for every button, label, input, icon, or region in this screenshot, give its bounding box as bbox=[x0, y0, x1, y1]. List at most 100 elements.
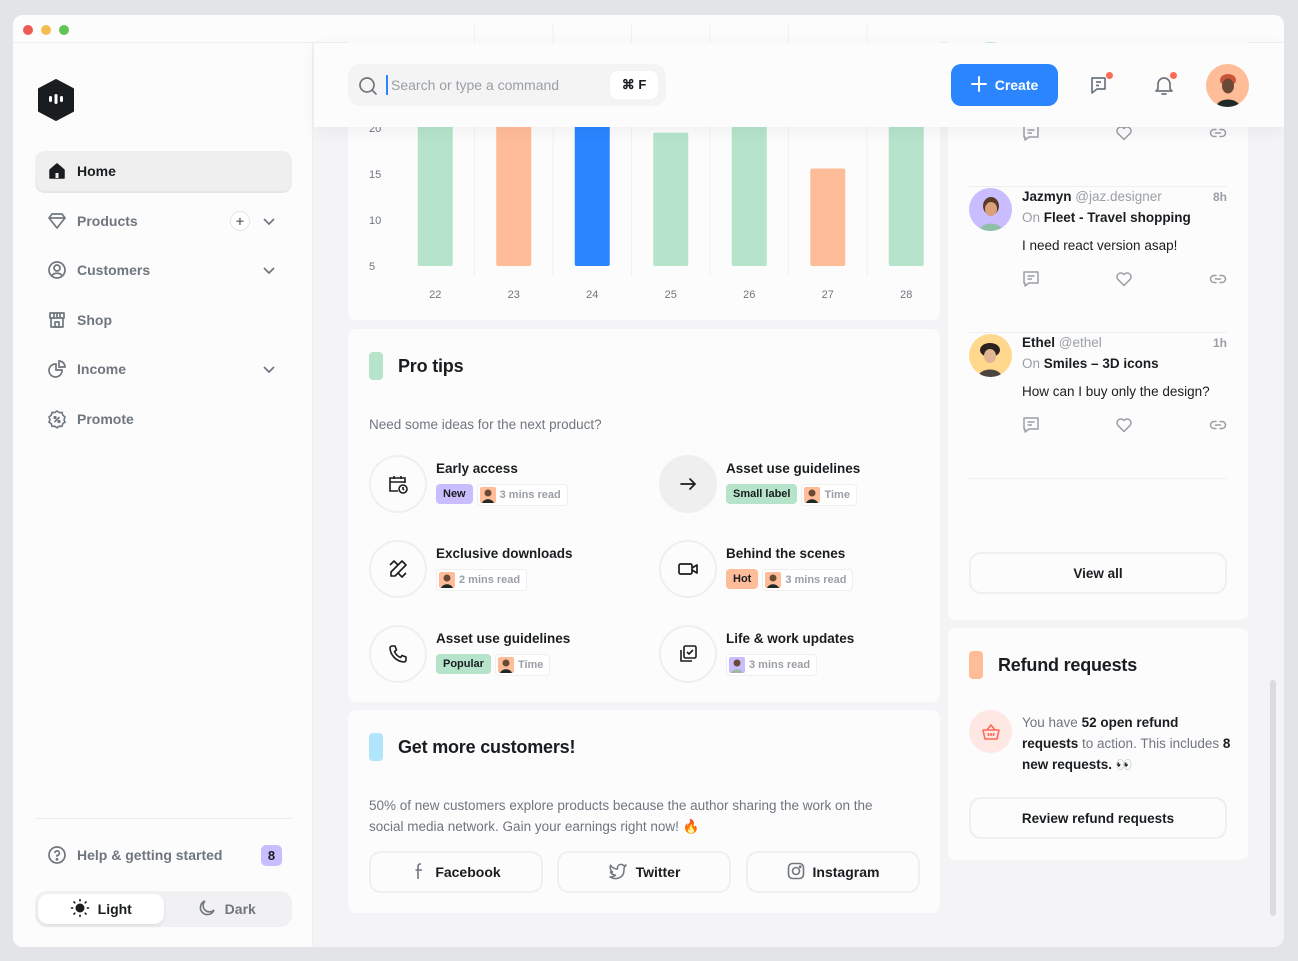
customers-heading: Get more customers! bbox=[398, 736, 576, 757]
commenter-name[interactable]: Jazmyn @jaz.designer bbox=[1022, 189, 1162, 204]
sidebar-item-label: Customers bbox=[77, 262, 151, 278]
x-tick-label: 25 bbox=[665, 289, 677, 301]
sidebar-item-shop[interactable]: Shop bbox=[35, 300, 292, 340]
help-link[interactable]: Help & getting started 8 bbox=[35, 835, 292, 875]
pro-tips-subtitle: Need some ideas for the next product? bbox=[369, 417, 602, 432]
bar-26[interactable] bbox=[731, 109, 767, 266]
messages-unread-dot bbox=[1105, 71, 1114, 80]
create-label: Create bbox=[994, 77, 1039, 93]
author-avatar bbox=[729, 657, 745, 673]
twitter-label: Twitter bbox=[635, 864, 681, 880]
heart-icon[interactable] bbox=[1115, 270, 1133, 293]
title-accent-bar bbox=[369, 352, 383, 380]
bar-25[interactable] bbox=[653, 132, 689, 266]
comment-message: I need react version asap! bbox=[1022, 238, 1178, 253]
tip-item[interactable]: Early access New 3 mins read bbox=[369, 455, 639, 515]
minimize-window-button[interactable] bbox=[41, 25, 51, 35]
reply-icon[interactable] bbox=[1022, 124, 1040, 147]
tip-meta: 3 mins read bbox=[762, 569, 854, 591]
heart-icon[interactable] bbox=[1115, 124, 1133, 147]
top-header: ⌘ F Create bbox=[314, 43, 1284, 127]
x-tick-label: 24 bbox=[586, 289, 598, 301]
sidebar-item-home[interactable]: Home bbox=[35, 151, 292, 191]
customers-title: Get more customers! bbox=[369, 733, 575, 761]
twitter-button[interactable]: Twitter bbox=[557, 851, 731, 893]
reply-icon[interactable] bbox=[1022, 270, 1040, 293]
tip-tag: Popular bbox=[436, 654, 491, 674]
tip-item[interactable]: Asset use guidelines Small label Time bbox=[659, 455, 929, 515]
y-tick-label: 5 bbox=[369, 261, 375, 273]
facebook-button[interactable]: Facebook bbox=[369, 851, 543, 893]
theme-light-button[interactable]: Light bbox=[38, 894, 164, 924]
tip-meta: 3 mins read bbox=[726, 654, 818, 676]
sidebar-item-products[interactable]: Products + bbox=[35, 201, 292, 241]
pro-tips-card: Pro tips Need some ideas for the next pr… bbox=[348, 329, 940, 702]
close-window-button[interactable] bbox=[23, 25, 33, 35]
right-panel: Ethel @ethel 1h On Smiles – 3D icons Gre… bbox=[948, 23, 1248, 947]
product-link[interactable]: Fleet - Travel shopping bbox=[1044, 210, 1191, 225]
comment-product: On Smiles – 3D icons bbox=[1022, 356, 1159, 371]
read-time: Time bbox=[824, 489, 850, 501]
review-refunds-button[interactable]: Review refund requests bbox=[969, 797, 1227, 839]
user-avatar[interactable] bbox=[1206, 64, 1249, 107]
link-icon[interactable] bbox=[1209, 270, 1227, 293]
chevron-down-icon[interactable] bbox=[260, 212, 278, 230]
facebook-label: Facebook bbox=[435, 864, 501, 880]
search-bar[interactable]: ⌘ F bbox=[348, 64, 666, 106]
tip-item[interactable]: Behind the scenes Hot 3 mins read bbox=[659, 540, 929, 600]
tip-item[interactable]: Asset use guidelines Popular Time bbox=[369, 625, 639, 685]
commenter-avatar[interactable] bbox=[969, 188, 1012, 231]
refund-requests-card: Refund requests You have 52 open refund … bbox=[948, 628, 1248, 860]
chevron-down-icon[interactable] bbox=[260, 360, 278, 378]
link-icon[interactable] bbox=[1209, 124, 1227, 147]
twitter-icon bbox=[608, 862, 628, 883]
x-tick-label: 23 bbox=[508, 289, 520, 301]
tip-meta: 3 mins read bbox=[476, 484, 568, 506]
tip-item[interactable]: Life & work updates 3 mins read bbox=[659, 625, 929, 685]
create-button[interactable]: Create bbox=[951, 64, 1058, 106]
bar-24[interactable] bbox=[574, 109, 610, 266]
sidebar-item-label: Products bbox=[77, 212, 138, 229]
scrollbar-thumb[interactable] bbox=[1270, 680, 1276, 916]
arrow-right-icon bbox=[659, 455, 717, 513]
tip-meta: Time bbox=[494, 654, 551, 676]
author-avatar bbox=[804, 487, 821, 503]
refund-heading: Refund requests bbox=[998, 654, 1138, 675]
chevron-down-icon[interactable] bbox=[260, 261, 278, 279]
messages-button[interactable] bbox=[1088, 71, 1114, 97]
theme-dark-button[interactable]: Dark bbox=[164, 894, 290, 924]
instagram-button[interactable]: Instagram bbox=[746, 851, 920, 893]
commenter-avatar[interactable] bbox=[969, 334, 1012, 377]
sidebar-item-customers[interactable]: Customers bbox=[35, 250, 292, 290]
notifications-button[interactable] bbox=[1152, 71, 1178, 97]
link-icon[interactable] bbox=[1209, 416, 1227, 439]
tip-item[interactable]: Exclusive downloads 2 mins read bbox=[369, 540, 639, 600]
product-link[interactable]: Smiles – 3D icons bbox=[1044, 356, 1159, 371]
maximize-window-button[interactable] bbox=[59, 25, 69, 35]
commenter-name[interactable]: Ethel @ethel bbox=[1022, 335, 1102, 350]
bar-23[interactable] bbox=[496, 109, 532, 266]
sidebar: Home Products + Customers Shop Income Pr… bbox=[13, 43, 313, 947]
sidebar-divider bbox=[35, 818, 292, 819]
author-avatar bbox=[765, 572, 782, 588]
comment-product: On Fleet - Travel shopping bbox=[1022, 210, 1191, 225]
sidebar-item-income[interactable]: Income bbox=[35, 349, 292, 389]
tip-tag: Small label bbox=[726, 484, 798, 504]
author-avatar bbox=[497, 657, 514, 673]
search-input[interactable] bbox=[386, 75, 596, 95]
sidebar-item-promote[interactable]: Promote bbox=[35, 399, 292, 439]
reply-icon[interactable] bbox=[1022, 416, 1040, 439]
main-content: 5 10 15 20 22 23 24 25 26 27 28 Pro tips Need some… bbox=[348, 23, 940, 947]
y-tick-label: 15 bbox=[369, 169, 381, 181]
app-logo[interactable] bbox=[37, 79, 75, 121]
bar-28[interactable] bbox=[888, 109, 924, 266]
calendar-clock-icon bbox=[369, 455, 427, 513]
read-time: 3 mins read bbox=[749, 659, 811, 671]
add-product-button[interactable]: + bbox=[230, 210, 250, 231]
bar-22[interactable] bbox=[417, 109, 453, 266]
bar-27[interactable] bbox=[810, 168, 846, 266]
design-tools-icon bbox=[369, 540, 427, 598]
comment-item: Jazmyn @jaz.designer 8h On Fleet - Trave… bbox=[969, 188, 1227, 333]
view-all-button[interactable]: View all bbox=[969, 552, 1227, 594]
heart-icon[interactable] bbox=[1115, 416, 1133, 439]
